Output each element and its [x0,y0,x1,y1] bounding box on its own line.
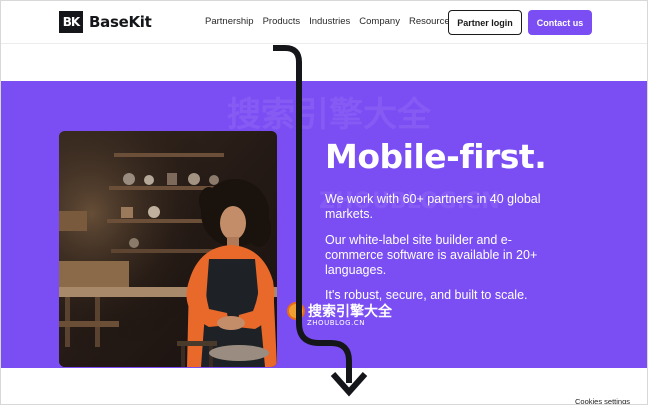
site-header: BK BaseKit Partnership Products Industri… [1,1,647,44]
woman-pottery-illustration [59,131,277,367]
nav-item-partnership[interactable]: Partnership [205,16,254,27]
nav-item-company[interactable]: Company [359,16,400,27]
page: BK BaseKit Partnership Products Industri… [0,0,648,405]
watermark-label: 搜索引擎大全 [308,304,392,320]
logo-text: BaseKit [89,13,152,31]
watermark-logo: 搜索引擎大全 [287,301,392,321]
main-nav: Partnership Products Industries Company … [205,16,463,27]
logo[interactable]: BK BaseKit [59,11,152,33]
cookies-settings-link[interactable]: Cookies settings [575,397,630,404]
nav-item-industries[interactable]: Industries [309,16,350,27]
watermark-badge-icon [287,302,305,320]
watermark-url: ZHOUBLOG.CN [307,319,365,327]
watermark-text: 搜索引擎大全 [227,95,431,135]
hero-photo [59,131,277,367]
logo-mark-icon: BK [59,11,83,33]
hero-paragraph: Our white-label site builder and e-comme… [325,233,538,277]
contact-us-button[interactable]: Contact us [528,10,592,35]
hero-paragraph: We work with 60+ partners in 40 global m… [325,192,541,221]
nav-item-products[interactable]: Products [263,16,301,27]
partner-login-button[interactable]: Partner login [448,10,522,35]
hero-title: Mobile-first. [325,137,547,176]
